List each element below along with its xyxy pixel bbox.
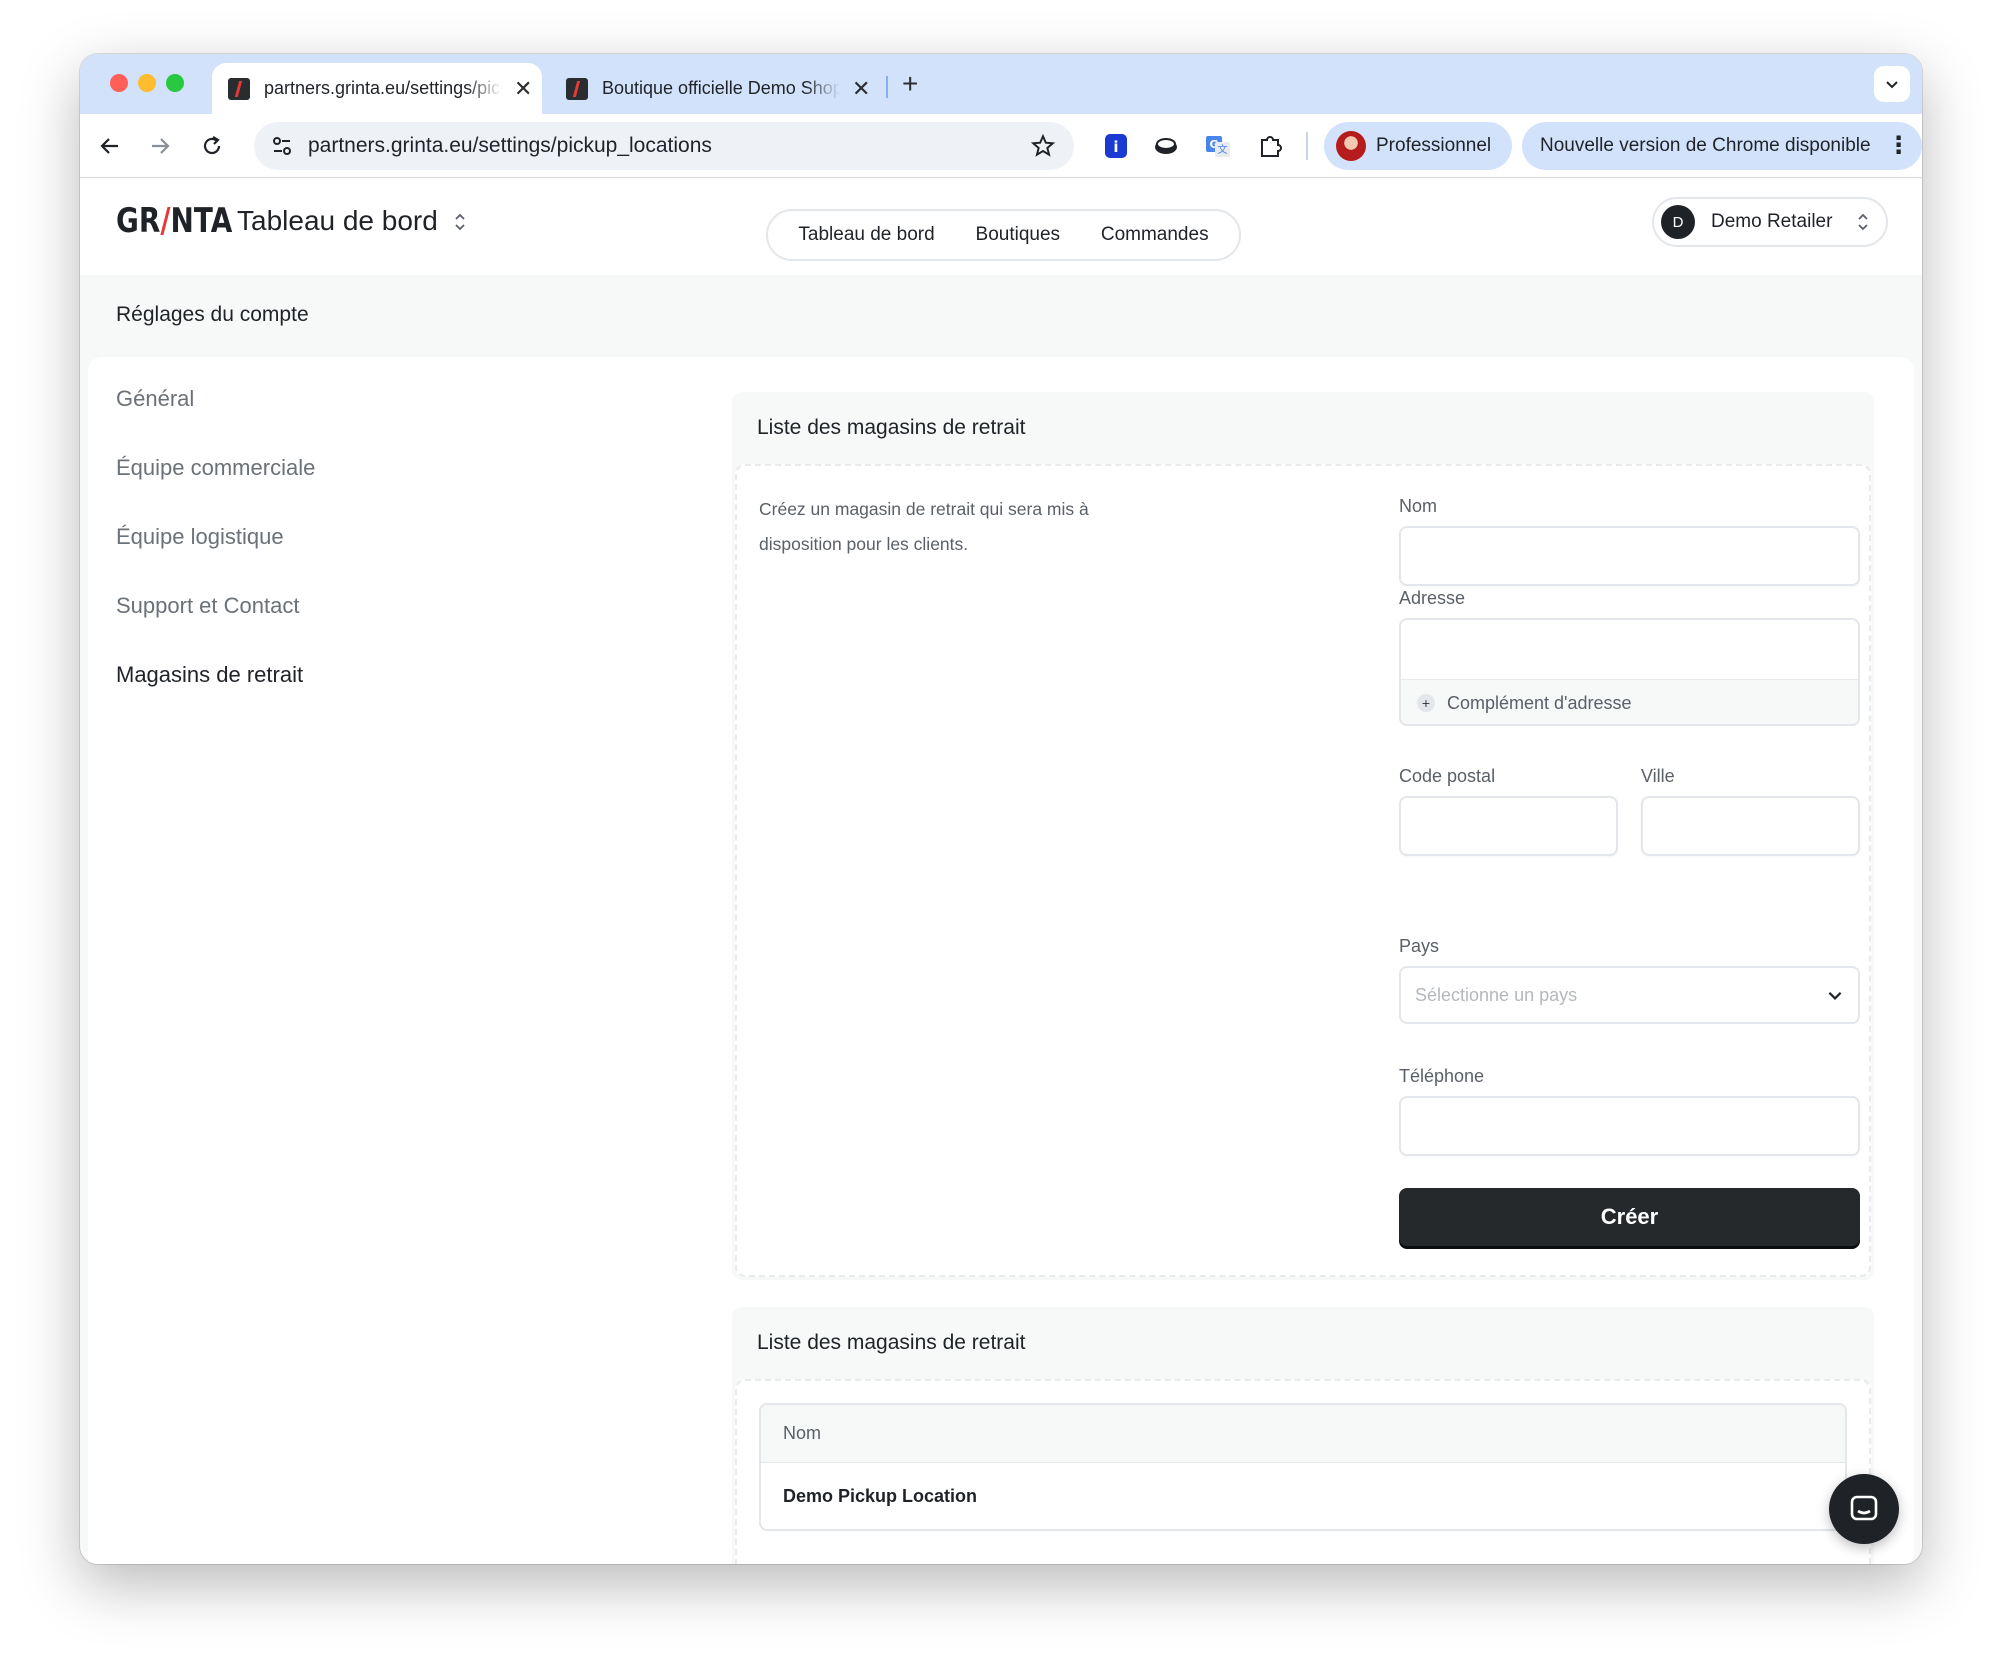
- bookmark-star-icon[interactable]: [1030, 133, 1056, 159]
- sidebar-item-equipe-logistique[interactable]: Équipe logistique: [116, 524, 315, 549]
- country-select[interactable]: Sélectionne un pays: [1399, 966, 1860, 1024]
- pickup-table: Nom Demo Pickup Location: [759, 1403, 1847, 1531]
- extension-icon-disc[interactable]: [1152, 132, 1180, 160]
- address-extra-label: Complément d'adresse: [1447, 692, 1632, 713]
- grinta-favicon-icon: [566, 77, 588, 100]
- create-form: Créez un magasin de retrait qui sera mis…: [735, 464, 1871, 1277]
- chat-launcher-button[interactable]: [1829, 1474, 1899, 1544]
- extensions-puzzle-icon[interactable]: [1256, 132, 1284, 160]
- table-row[interactable]: Demo Pickup Location: [761, 1463, 1845, 1529]
- profile-button[interactable]: Professionnel: [1324, 122, 1512, 170]
- more-vert-icon[interactable]: ⋮: [1887, 134, 1911, 158]
- city-input[interactable]: [1641, 796, 1860, 856]
- close-window-button[interactable]: [110, 74, 128, 92]
- browser-tab-active[interactable]: partners.grinta.eu/settings/pickup_locat…: [212, 63, 542, 114]
- main-nav: Tableau de bord Boutiques Commandes: [766, 209, 1241, 261]
- app-title[interactable]: Tableau de bord: [237, 205, 438, 237]
- reload-icon[interactable]: [198, 132, 226, 160]
- account-name: Demo Retailer: [1711, 211, 1833, 232]
- name-input[interactable]: [1399, 526, 1860, 586]
- chevron-updown-icon: [1858, 213, 1869, 231]
- profile-label: Professionnel: [1376, 135, 1492, 156]
- close-tab-icon[interactable]: ✕: [514, 76, 532, 102]
- sidebar-item-magasins-de-retrait[interactable]: Magasins de retrait: [116, 662, 315, 687]
- grinta-logo[interactable]: GR/NTA: [116, 201, 232, 241]
- postal-code-input[interactable]: [1399, 796, 1618, 856]
- phone-label: Téléphone: [1399, 1066, 1485, 1086]
- profile-avatar: [1336, 131, 1366, 161]
- tab-title: Boutique officielle Demo Shop: [602, 78, 840, 98]
- card-title: Liste des magasins de retrait: [757, 1331, 1026, 1354]
- close-tab-icon[interactable]: ✕: [852, 76, 870, 102]
- nav-commandes[interactable]: Commandes: [1101, 224, 1209, 246]
- chevron-down-icon: [1828, 991, 1842, 1000]
- sidebar-item-equipe-commerciale[interactable]: Équipe commerciale: [116, 455, 315, 480]
- settings-sidebar: Général Équipe commerciale Équipe logist…: [116, 386, 315, 731]
- browser-window: partners.grinta.eu/settings/pickup_locat…: [80, 54, 1922, 1564]
- minimize-window-button[interactable]: [138, 74, 156, 92]
- pickup-list-body: Nom Demo Pickup Location: [735, 1379, 1871, 1564]
- site-settings-icon[interactable]: [270, 134, 294, 158]
- browser-toolbar: partners.grinta.eu/settings/pickup_locat…: [80, 114, 1922, 178]
- settings-header: Réglages du compte: [80, 275, 1922, 357]
- address-bar[interactable]: partners.grinta.eu/settings/pickup_locat…: [254, 122, 1074, 170]
- pickup-name-cell[interactable]: Demo Pickup Location: [783, 1486, 977, 1507]
- svg-text:文: 文: [1218, 143, 1228, 156]
- tab-search-button[interactable]: [1874, 66, 1910, 102]
- sidebar-item-support-contact[interactable]: Support et Contact: [116, 593, 315, 618]
- form-description: Créez un magasin de retrait qui sera mis…: [759, 499, 1089, 554]
- back-icon[interactable]: [96, 132, 124, 160]
- app-header: GR/NTA Tableau de bord Tableau de bord B…: [80, 179, 1922, 275]
- sidebar-item-general[interactable]: Général: [116, 386, 315, 411]
- svg-text:i: i: [1113, 138, 1118, 156]
- google-translate-icon[interactable]: G文: [1204, 132, 1232, 160]
- address-extra-toggle[interactable]: + Complément d'adresse: [1401, 680, 1858, 724]
- address-group: + Complément d'adresse: [1399, 618, 1860, 726]
- postal-code-label: Code postal: [1399, 766, 1496, 786]
- toolbar-separator: [1306, 132, 1308, 160]
- country-label: Pays: [1399, 936, 1440, 956]
- chrome-update-button[interactable]: Nouvelle version de Chrome disponible ⋮: [1522, 122, 1922, 170]
- column-header-nom: Nom: [783, 1423, 822, 1443]
- name-label: Nom: [1399, 496, 1438, 516]
- chevron-down-icon: [1886, 81, 1898, 89]
- forward-icon[interactable]: [146, 132, 174, 160]
- table-header: Nom: [761, 1405, 1845, 1463]
- extension-icon-blue[interactable]: i: [1102, 132, 1130, 160]
- url-text: partners.grinta.eu/settings/pickup_locat…: [308, 134, 712, 157]
- account-switcher[interactable]: D Demo Retailer: [1652, 197, 1888, 247]
- nav-boutiques[interactable]: Boutiques: [976, 224, 1061, 246]
- address-label: Adresse: [1399, 588, 1466, 608]
- maximize-window-button[interactable]: [166, 74, 184, 92]
- create-button[interactable]: Créer: [1399, 1188, 1860, 1246]
- plus-circle-icon: +: [1417, 694, 1435, 712]
- nav-tableau-de-bord[interactable]: Tableau de bord: [798, 224, 934, 246]
- address-input[interactable]: [1401, 620, 1858, 680]
- grinta-favicon-icon: [228, 77, 250, 100]
- tab-separator: [886, 76, 888, 98]
- country-placeholder: Sélectionne un pays: [1415, 984, 1578, 1005]
- chevron-updown-icon[interactable]: [453, 211, 467, 233]
- card-title: Liste des magasins de retrait: [757, 416, 1026, 439]
- pickup-list-card: Liste des magasins de retrait Nom Demo P…: [732, 1307, 1874, 1564]
- tab-strip: partners.grinta.eu/settings/pickup_locat…: [80, 54, 1922, 114]
- account-avatar: D: [1661, 205, 1695, 239]
- tab-title: partners.grinta.eu/settings/pickup_locat…: [264, 78, 502, 98]
- page-title: Réglages du compte: [116, 303, 309, 326]
- chat-icon: [1850, 1495, 1878, 1521]
- update-label: Nouvelle version de Chrome disponible: [1540, 135, 1871, 156]
- browser-tab[interactable]: Boutique officielle Demo Shop ✕: [550, 63, 880, 114]
- city-label: Ville: [1641, 766, 1675, 786]
- phone-input[interactable]: [1399, 1096, 1860, 1156]
- new-tab-icon[interactable]: +: [902, 68, 918, 100]
- create-pickup-card: Liste des magasins de retrait Créez un m…: [732, 392, 1874, 1280]
